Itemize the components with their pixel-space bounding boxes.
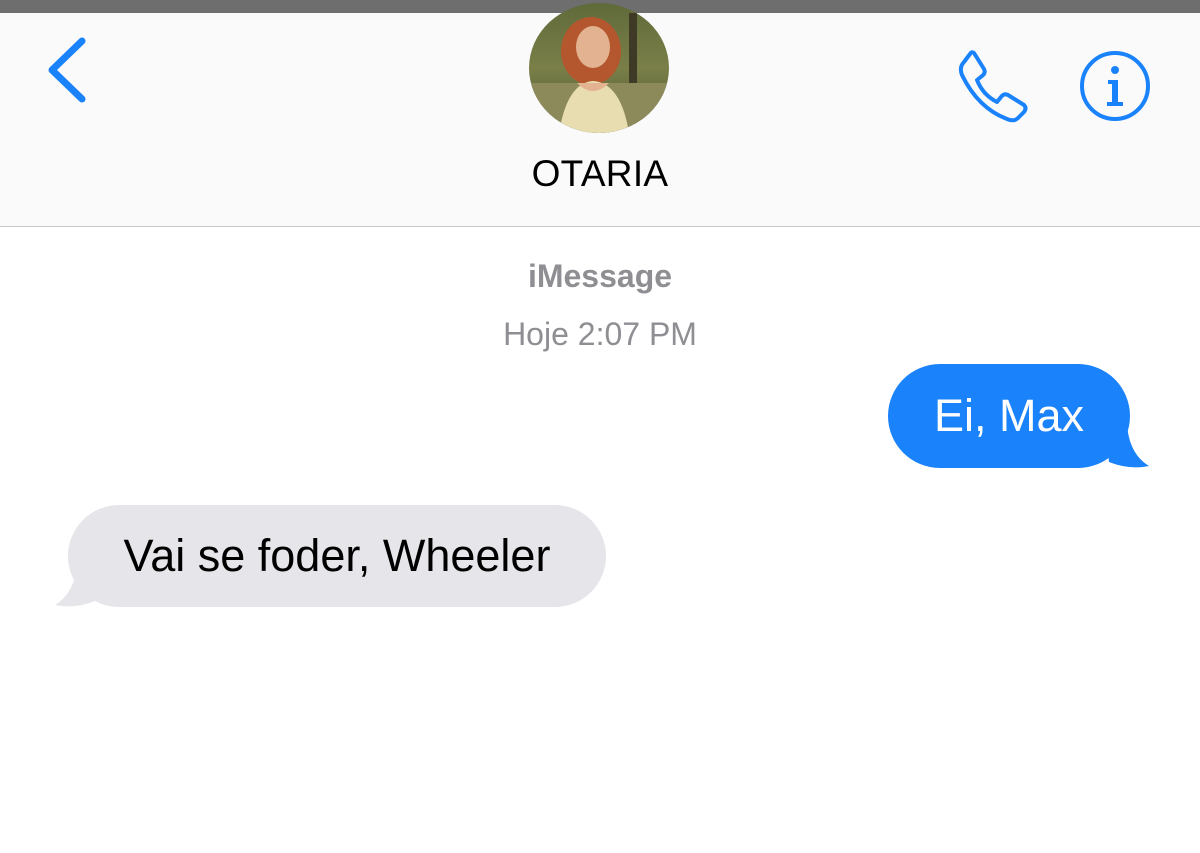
service-label: iMessage — [527, 258, 673, 294]
call-button[interactable] — [952, 45, 1032, 125]
chevron-left-icon — [48, 37, 86, 103]
outgoing-message[interactable]: Ei, Max — [885, 364, 1150, 470]
message-text: Vai se foder, Wheeler — [68, 505, 606, 607]
incoming-message[interactable]: Vai se foder, Wheeler — [48, 505, 613, 609]
back-button[interactable] — [40, 35, 100, 105]
info-button[interactable] — [1078, 49, 1152, 123]
phone-icon — [958, 50, 1028, 123]
message-timestamp: Hoje 2:07 PM — [503, 316, 697, 352]
contact-name[interactable]: OTARIA — [0, 153, 1200, 195]
info-icon — [1080, 51, 1150, 121]
conversation-header: OTARIA — [0, 3, 1200, 227]
message-text: Ei, Max — [888, 364, 1130, 468]
avatar-photo — [529, 3, 669, 133]
contact-avatar[interactable] — [529, 3, 669, 133]
